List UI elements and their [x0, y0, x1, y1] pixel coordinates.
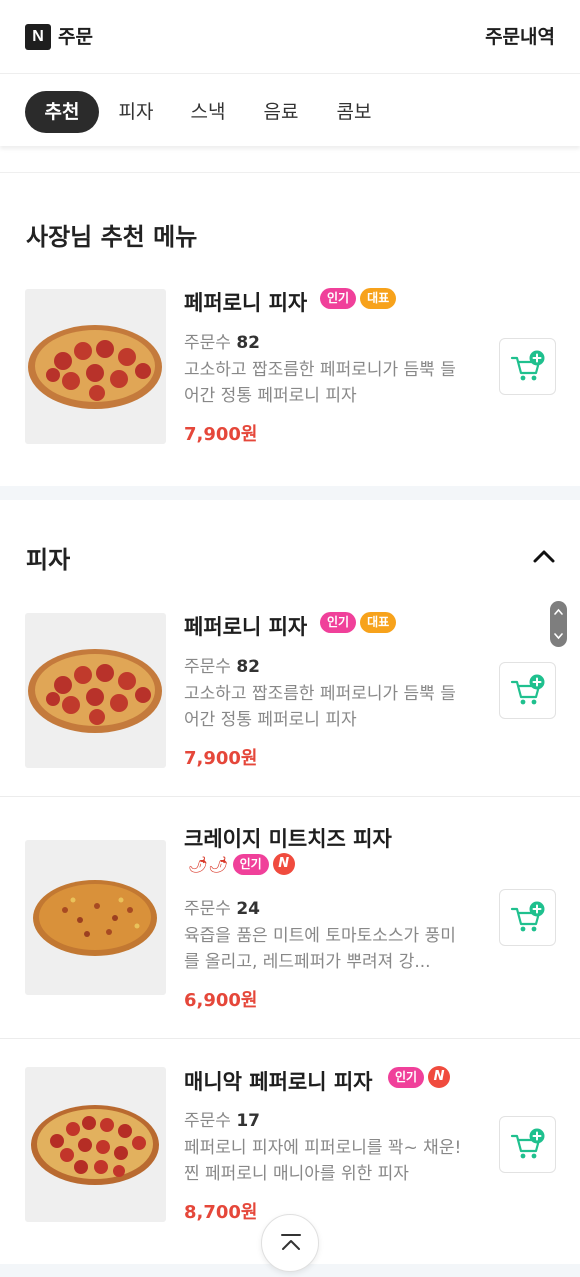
tab-snack[interactable]: 스낵	[180, 91, 236, 133]
item-description: 고소하고 짭조름한 페퍼로니가 듬뿍 들어간 정통 페퍼로니 피자	[184, 684, 456, 730]
scroll-arrows-icon	[554, 608, 563, 640]
item-badges: 인기 대표	[320, 612, 400, 633]
chevron-up-icon[interactable]	[530, 545, 558, 567]
item-badges: 인기 대표	[320, 288, 400, 309]
item-description: 육즙을 품은 미트에 토마토소스가 풍미를 올리고, 레드페퍼가 뿌려져 강..…	[184, 926, 456, 972]
tab-drink[interactable]: 음료	[253, 91, 309, 133]
row-divider	[0, 1038, 580, 1039]
item-name: 페퍼로니 피자	[184, 291, 308, 315]
divider	[0, 172, 580, 173]
item-description: 페퍼로니 피자에 피퍼로니를 꽉~ 채운! 찐 페퍼로니 매니아를 위한 피자	[184, 1138, 462, 1184]
badge-popular: 인기	[320, 612, 357, 633]
order-count: 주문수 82	[184, 652, 260, 677]
item-price: 8,700원	[184, 1202, 258, 1223]
tab-combo[interactable]: 콤보	[326, 91, 382, 133]
item-name: 페퍼로니 피자	[184, 615, 308, 639]
cart-plus-icon	[510, 350, 545, 381]
section-separator	[0, 486, 580, 500]
badge-signature: 대표	[360, 288, 397, 309]
item-price: 7,900원	[184, 748, 258, 769]
add-to-cart-button[interactable]	[499, 338, 556, 395]
item-description: 고소하고 짭조름한 페퍼로니가 듬뿍 들어간 정통 페퍼로니 피자	[184, 360, 456, 406]
badge-signature: 대표	[360, 612, 397, 633]
tab-pizza[interactable]: 피자	[108, 91, 164, 133]
scroll-handle[interactable]	[550, 601, 567, 647]
order-count-label: 주문수	[184, 899, 231, 919]
arrow-up-icon	[281, 1234, 301, 1250]
order-count-value: 82	[236, 657, 260, 677]
scroll-to-top-button[interactable]	[261, 1214, 319, 1272]
spicy-icon: 🌶🌶	[188, 854, 229, 874]
tab-recommend[interactable]: 추천	[25, 91, 99, 133]
add-to-cart-button[interactable]	[499, 1116, 556, 1173]
pizza-image[interactable]	[25, 289, 166, 444]
add-to-cart-button[interactable]	[499, 662, 556, 719]
item-price: 6,900원	[184, 990, 258, 1011]
section-title-recommend: 사장님 추천 메뉴	[26, 223, 198, 251]
badge-popular: 인기	[320, 288, 357, 309]
row-divider	[0, 796, 580, 797]
cart-plus-icon	[510, 901, 545, 932]
new-badge-icon: N	[428, 1066, 451, 1088]
category-tabs: 추천 피자 스낵 음료 콤보	[0, 74, 580, 146]
item-price: 7,900원	[184, 424, 258, 445]
order-history-link[interactable]: 주문내역	[485, 24, 555, 50]
pizza-image[interactable]	[25, 1067, 166, 1222]
order-count-label: 주문수	[184, 657, 231, 677]
order-count: 주문수 82	[184, 328, 260, 353]
pizza-image[interactable]	[25, 840, 166, 995]
order-count-label: 주문수	[184, 333, 231, 353]
section-title-pizza: 피자	[26, 546, 71, 574]
order-count: 주문수 24	[184, 894, 260, 919]
app-header: N 주문 주문내역	[0, 0, 580, 74]
pizza-image[interactable]	[25, 613, 166, 768]
order-count-label: 주문수	[184, 1111, 231, 1131]
badge-popular: 인기	[388, 1066, 425, 1088]
item-name: 크레이지 미트치즈 피자	[184, 827, 392, 851]
item-badges: 🌶🌶 인기 N	[188, 853, 299, 875]
order-count-value: 82	[236, 333, 260, 353]
badge-popular: 인기	[232, 853, 269, 875]
cart-plus-icon	[510, 674, 545, 705]
add-to-cart-button[interactable]	[499, 889, 556, 946]
item-badges: 인기 N	[388, 1066, 454, 1088]
order-count: 주문수 17	[184, 1106, 260, 1131]
item-name: 매니악 페퍼로니 피자	[184, 1070, 373, 1094]
naver-logo-icon: N	[25, 24, 51, 50]
page-title: 주문	[58, 26, 93, 48]
order-count-value: 24	[236, 899, 260, 919]
new-badge-icon: N	[272, 853, 295, 875]
cart-plus-icon	[510, 1128, 545, 1159]
order-count-value: 17	[236, 1111, 260, 1131]
